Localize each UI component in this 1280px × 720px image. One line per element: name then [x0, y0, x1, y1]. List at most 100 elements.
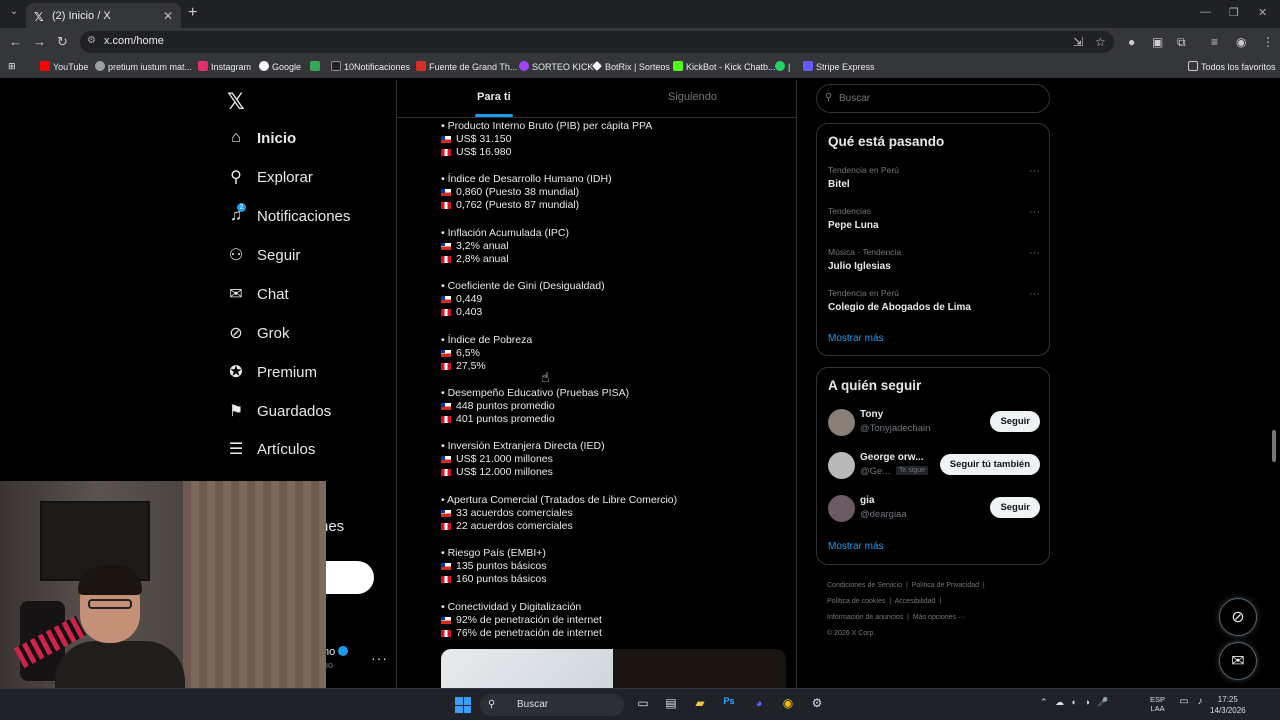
tab-para-ti[interactable]: Para ti — [477, 91, 511, 103]
tab-siguiendo[interactable]: Siguiendo — [668, 91, 717, 103]
stat-row-chile: 135 puntos básicos — [441, 560, 546, 573]
nav-notificaciones[interactable]: ♫ 2 Notificaciones — [227, 203, 350, 228]
bookmark-google[interactable]: Google — [259, 61, 301, 72]
tab-list-icon[interactable]: ⌄ — [6, 6, 22, 22]
restore-icon[interactable]: ❐ — [1229, 6, 1239, 19]
stat-section: • Desempeño Educativo (Pruebas PISA) 448 … — [441, 387, 629, 426]
more-options-icon[interactable]: ··· — [1029, 206, 1040, 218]
more-options-icon[interactable]: ··· — [1029, 247, 1040, 259]
extensions-puzzle-icon[interactable]: ⧉ — [1177, 35, 1186, 50]
nav-inicio[interactable]: ⌂ Inicio — [227, 126, 296, 150]
profile-avatar-icon[interactable]: ◉ — [1236, 35, 1246, 49]
chrome-icon[interactable]: ◉ — [779, 696, 797, 714]
stat-row-peru: 401 puntos promedio — [441, 413, 629, 426]
footer-link[interactable]: Política de Privacidad — [912, 582, 979, 589]
bookmark-star-icon[interactable]: ☆ — [1095, 35, 1106, 49]
search-input[interactable]: ⚲ Buscar — [816, 84, 1050, 113]
bookmark-icon: ⚑ — [228, 403, 244, 420]
bookmark-sorteo-kick[interactable]: SORTEO KICK — [519, 61, 593, 72]
trend-item[interactable]: Tendencia en Perú Bitel ··· — [828, 165, 1040, 190]
scrollbar-thumb[interactable] — [1272, 430, 1276, 462]
extension2-icon[interactable]: ▣ — [1152, 35, 1163, 49]
back-icon[interactable]: ← — [9, 34, 22, 49]
folder-icon — [1188, 61, 1198, 71]
volume-icon[interactable]: ♪ — [1191, 696, 1209, 714]
site-info-icon[interactable]: ⚙ — [87, 35, 96, 46]
messages-fab-icon[interactable]: ✉ — [1219, 642, 1257, 680]
install-app-icon[interactable]: ⇲ — [1073, 35, 1083, 49]
bookmark-pretium[interactable]: pretium iustum mat... — [95, 61, 192, 72]
trend-item[interactable]: Tendencias Pepe Luna ··· — [828, 206, 1040, 231]
close-tab-icon[interactable]: ✕ — [163, 9, 173, 23]
bookmark-gta[interactable]: Fuente de Grand Th... — [416, 61, 517, 72]
all-bookmarks[interactable]: Todos los favoritos — [1188, 61, 1276, 72]
chile-flag-icon — [441, 403, 451, 410]
footer-link[interactable]: Condiciones de Servicio — [827, 582, 902, 589]
grok-fab-icon[interactable]: ⊘ — [1219, 598, 1257, 636]
browser-tab[interactable]: 𝕏 (2) Inicio / X ✕ — [26, 3, 181, 28]
file-explorer-icon[interactable]: ▰ — [691, 696, 709, 714]
nav-grok[interactable]: ⊘ Grok — [227, 321, 289, 345]
follow-button[interactable]: Seguir — [990, 411, 1040, 432]
follow-button[interactable]: Seguir — [990, 497, 1040, 518]
bell-icon: ♫ 2 — [227, 203, 246, 225]
avatar[interactable] — [828, 495, 855, 522]
photoshop-icon[interactable]: Ps — [720, 696, 738, 714]
close-window-icon[interactable]: ✕ — [1258, 6, 1267, 19]
footer-link[interactable]: Más opciones ··· — [913, 614, 965, 621]
bookmark-pinwheel[interactable] — [310, 61, 323, 72]
bookmark-whatsapp[interactable]: | — [775, 61, 790, 72]
x-logo-icon[interactable]: 𝕏 — [227, 89, 245, 115]
follow-suggestion[interactable]: George orw... @Ge... Te sigue Seguir tú … — [828, 452, 1040, 482]
bookmark-instagram[interactable]: Instagram — [198, 61, 251, 72]
menu-kebab-icon[interactable]: ⋮ — [1262, 35, 1274, 49]
bookmark-youtube[interactable]: YouTube — [40, 61, 88, 72]
url-field[interactable]: ⚙ x.com/home — [80, 31, 1114, 53]
app2-icon[interactable]: ⚙ — [808, 696, 826, 714]
avatar[interactable] — [828, 409, 855, 436]
follow-suggestion[interactable]: Tony @Tonyjadechain Seguir — [828, 409, 1040, 439]
bookmark-kickbot[interactable]: KickBot - Kick Chatb... — [673, 61, 776, 72]
follow-suggestion[interactable]: gia @deargiaa Seguir — [828, 495, 1040, 525]
system-tray-icons[interactable]: ⌃ ☁ ◐ ◑ 🎤 — [1040, 697, 1109, 708]
forward-icon[interactable]: → — [33, 34, 46, 49]
instagram-icon — [198, 61, 208, 71]
new-tab-icon[interactable]: + — [188, 4, 197, 22]
trend-item[interactable]: Música · Tendencia Julio Iglesias ··· — [828, 247, 1040, 272]
bookmark-10notificaciones[interactable]: 10Notificaciones — [331, 61, 410, 72]
post-image-dark[interactable] — [613, 649, 786, 688]
bookmark-botrix[interactable]: BotRix | Sorteos — [592, 61, 670, 72]
post-image-map[interactable] — [441, 649, 613, 688]
extension-icon[interactable]: ● — [1128, 35, 1135, 49]
nav-premium[interactable]: ✪ Premium — [227, 360, 317, 384]
reload-icon[interactable]: ↻ — [57, 34, 68, 50]
nav-articulos[interactable]: ☰ Artículos — [227, 437, 316, 461]
apps-grid-icon[interactable]: ⊞ — [8, 61, 16, 72]
follow-show-more-link[interactable]: Mostrar más — [828, 541, 884, 552]
taskbar-search[interactable]: ⚲ Buscar — [480, 694, 624, 716]
nav-explorar[interactable]: ⚲ Explorar — [227, 165, 313, 189]
account-menu-icon[interactable]: ··· — [371, 650, 388, 666]
stat-title: • Índice de Desarrollo Humano (IDH) — [441, 173, 612, 186]
more-options-icon[interactable]: ··· — [1029, 165, 1040, 177]
clock[interactable]: 17:25 14/3/2026 — [1210, 694, 1246, 716]
bookmark-stripe[interactable]: Stripe Express — [803, 61, 875, 72]
footer-link[interactable]: Información de anuncios — [827, 614, 903, 621]
task-view-icon[interactable]: ▭ — [634, 696, 652, 714]
nav-guardados[interactable]: ⚑ Guardados — [227, 399, 331, 423]
more-options-icon[interactable]: ··· — [1029, 288, 1040, 300]
windows-start-icon[interactable] — [455, 697, 471, 713]
trends-show-more-link[interactable]: Mostrar más — [828, 333, 884, 344]
language-indicator[interactable]: ESP LAA — [1150, 695, 1165, 713]
media-control-icon[interactable]: ≡ — [1211, 35, 1218, 49]
minimize-icon[interactable]: — — [1200, 6, 1211, 18]
footer-link[interactable]: Accesibilidad — [895, 598, 936, 605]
nav-seguir[interactable]: ⚇ Seguir — [227, 243, 301, 267]
app-icon[interactable]: ▤ — [662, 696, 680, 714]
discord-icon[interactable]: ◕ — [750, 696, 768, 714]
footer-link[interactable]: Política de cookies — [827, 598, 885, 605]
trend-item[interactable]: Tendencia en Perú Colegio de Abogados de … — [828, 288, 1040, 313]
avatar[interactable] — [828, 452, 855, 479]
follow-back-button[interactable]: Seguir tú también — [939, 454, 1040, 475]
nav-chat[interactable]: ✉ Chat — [227, 282, 288, 306]
